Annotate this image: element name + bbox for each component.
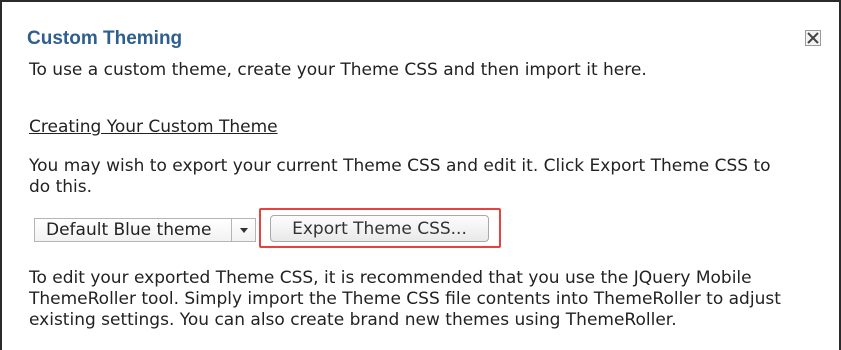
close-icon [805, 30, 821, 46]
theme-select-value: Default Blue theme [46, 220, 212, 240]
intro-text: To use a custom theme, create your Theme… [29, 60, 647, 80]
custom-theming-panel: Custom Theming To use a custom theme, cr… [0, 0, 841, 350]
edit-description-line: To edit your exported Theme CSS, it is r… [29, 268, 752, 288]
export-description-line: You may wish to export your current Them… [29, 156, 771, 176]
export-theme-css-button[interactable]: Export Theme CSS... [270, 215, 489, 242]
panel-title: Custom Theming [27, 28, 183, 49]
export-description-line: do this. [29, 177, 93, 197]
export-description: You may wish to export your current Them… [29, 156, 771, 198]
edit-description: To edit your exported Theme CSS, it is r… [29, 268, 781, 331]
creating-custom-theme-link[interactable]: Creating Your Custom Theme [29, 117, 278, 138]
theme-select[interactable]: Default Blue theme [34, 218, 256, 242]
edit-description-line: existing settings. You can also create b… [29, 310, 677, 330]
select-divider [231, 219, 232, 241]
edit-description-line: ThemeRoller tool. Simply import the Them… [29, 289, 781, 309]
close-button[interactable] [805, 30, 821, 46]
chevron-down-icon[interactable] [236, 224, 252, 236]
